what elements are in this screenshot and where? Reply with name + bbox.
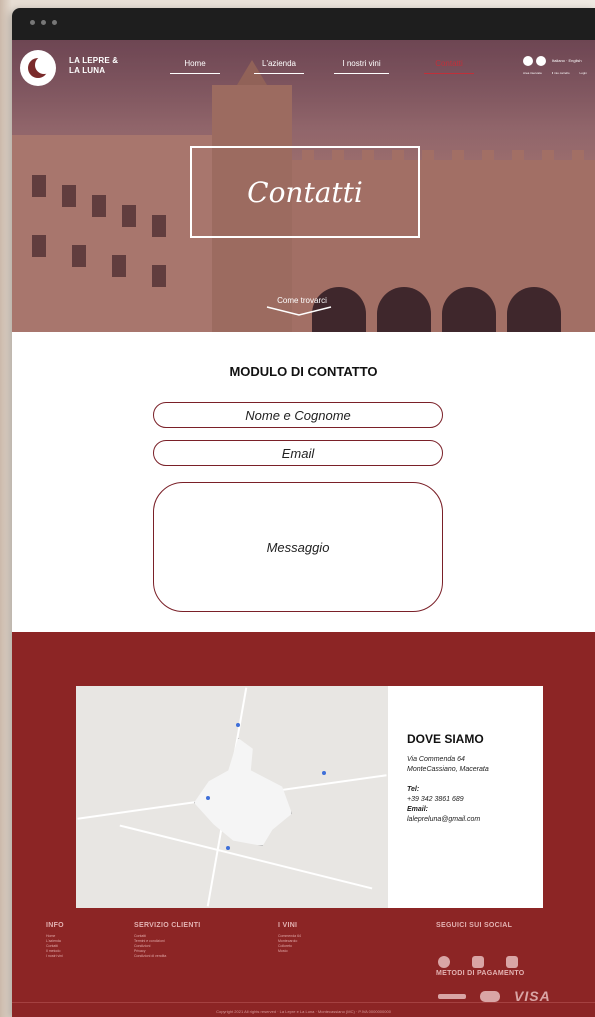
footer-social-title: SEGUICI SUI SOCIAL bbox=[436, 922, 513, 929]
location-card: DOVE SIAMO Via Commenda 64 MonteCassiano… bbox=[76, 686, 543, 908]
nav-vini[interactable]: I nostri vini bbox=[334, 59, 389, 74]
instagram-icon[interactable] bbox=[472, 956, 484, 968]
footer-payment-title: METODI DI PAGAMENTO bbox=[436, 970, 525, 977]
nav-contatti[interactable]: Contatti bbox=[424, 59, 474, 74]
tel-value[interactable]: +39 342 3861 689 bbox=[407, 795, 489, 805]
user-icon[interactable] bbox=[523, 56, 533, 66]
hare-moon-logo-icon bbox=[28, 56, 53, 78]
twitter-icon[interactable] bbox=[506, 956, 518, 968]
brand-name[interactable]: LA LEPRE & LA LUNA bbox=[69, 56, 118, 76]
footer: DOVE SIAMO Via Commenda 64 MonteCassiano… bbox=[12, 632, 595, 1017]
message-field[interactable]: Messaggio bbox=[153, 482, 443, 612]
paypal-icon bbox=[438, 993, 466, 999]
footer-link[interactable]: I nostri vini bbox=[46, 954, 64, 959]
facebook-icon[interactable] bbox=[438, 956, 450, 968]
email-label: Email: bbox=[407, 806, 429, 813]
footer-link[interactable]: Condizioni di vendita bbox=[134, 954, 201, 959]
maximize-dot-icon[interactable] bbox=[52, 20, 57, 25]
map-pin-icon[interactable] bbox=[322, 771, 326, 775]
window-titlebar bbox=[12, 8, 595, 40]
page-title-box: Contatti bbox=[190, 146, 420, 238]
browser-window: LA LEPRE & LA LUNA Home L'azienda I nost… bbox=[12, 8, 595, 1017]
map-pin-icon[interactable] bbox=[236, 723, 240, 727]
hero-banner: LA LEPRE & LA LUNA Home L'azienda I nost… bbox=[12, 40, 595, 332]
nav-home[interactable]: Home bbox=[170, 59, 220, 74]
map-pin-icon[interactable] bbox=[206, 796, 210, 800]
language-selector[interactable]: Italiano · English bbox=[552, 58, 582, 63]
scroll-down-label[interactable]: Come trovarci bbox=[262, 296, 342, 305]
tel-label: Tel: bbox=[407, 786, 420, 793]
name-field[interactable]: Nome e Cognome bbox=[153, 402, 443, 428]
nav-tiny-labels: Area riservata Il mio carrello Login bbox=[523, 71, 587, 75]
footer-col-servizio: SERVIZIO CLIENTI Contatti Termini e cond… bbox=[134, 922, 201, 959]
nav-icon-group bbox=[523, 56, 546, 66]
nav-azienda[interactable]: L'azienda bbox=[254, 59, 304, 74]
location-map[interactable] bbox=[76, 686, 388, 908]
location-title: DOVE SIAMO bbox=[407, 732, 484, 746]
chevron-down-icon[interactable] bbox=[266, 306, 332, 316]
main-nav: LA LEPRE & LA LUNA Home L'azienda I nost… bbox=[12, 40, 595, 110]
cart-icon[interactable] bbox=[536, 56, 546, 66]
footer-col-vini: I VINI Commenda 64 Montecarolo Colloreto… bbox=[278, 922, 301, 954]
form-title: MODULO DI CONTATTO bbox=[229, 364, 378, 379]
email-field[interactable]: Email bbox=[153, 440, 443, 466]
location-info: DOVE SIAMO Via Commenda 64 MonteCassiano… bbox=[407, 732, 489, 825]
email-value[interactable]: lalepreluna@gmail.com bbox=[407, 815, 489, 825]
copyright: Copyright 2021 All rights reserved · La … bbox=[12, 1002, 595, 1017]
footer-link[interactable]: Mosto bbox=[278, 949, 301, 954]
close-dot-icon[interactable] bbox=[30, 20, 35, 25]
social-icons bbox=[438, 956, 518, 968]
address-line-1: Via Commenda 64 bbox=[407, 756, 465, 763]
page-title: Contatti bbox=[247, 175, 363, 209]
address-line-2: MonteCassiano, Macerata bbox=[407, 766, 489, 773]
minimize-dot-icon[interactable] bbox=[41, 20, 46, 25]
mastercard-icon bbox=[480, 990, 500, 1002]
map-pin-icon[interactable] bbox=[226, 846, 230, 850]
contact-form: MODULO DI CONTATTO Nome e Cognome Email … bbox=[12, 332, 595, 632]
logo[interactable] bbox=[20, 50, 56, 86]
footer-col-info: INFO Home L'azienda Contatti Il metodo I… bbox=[46, 922, 64, 959]
window-controls[interactable] bbox=[30, 20, 57, 25]
map-region-outline bbox=[194, 738, 292, 846]
